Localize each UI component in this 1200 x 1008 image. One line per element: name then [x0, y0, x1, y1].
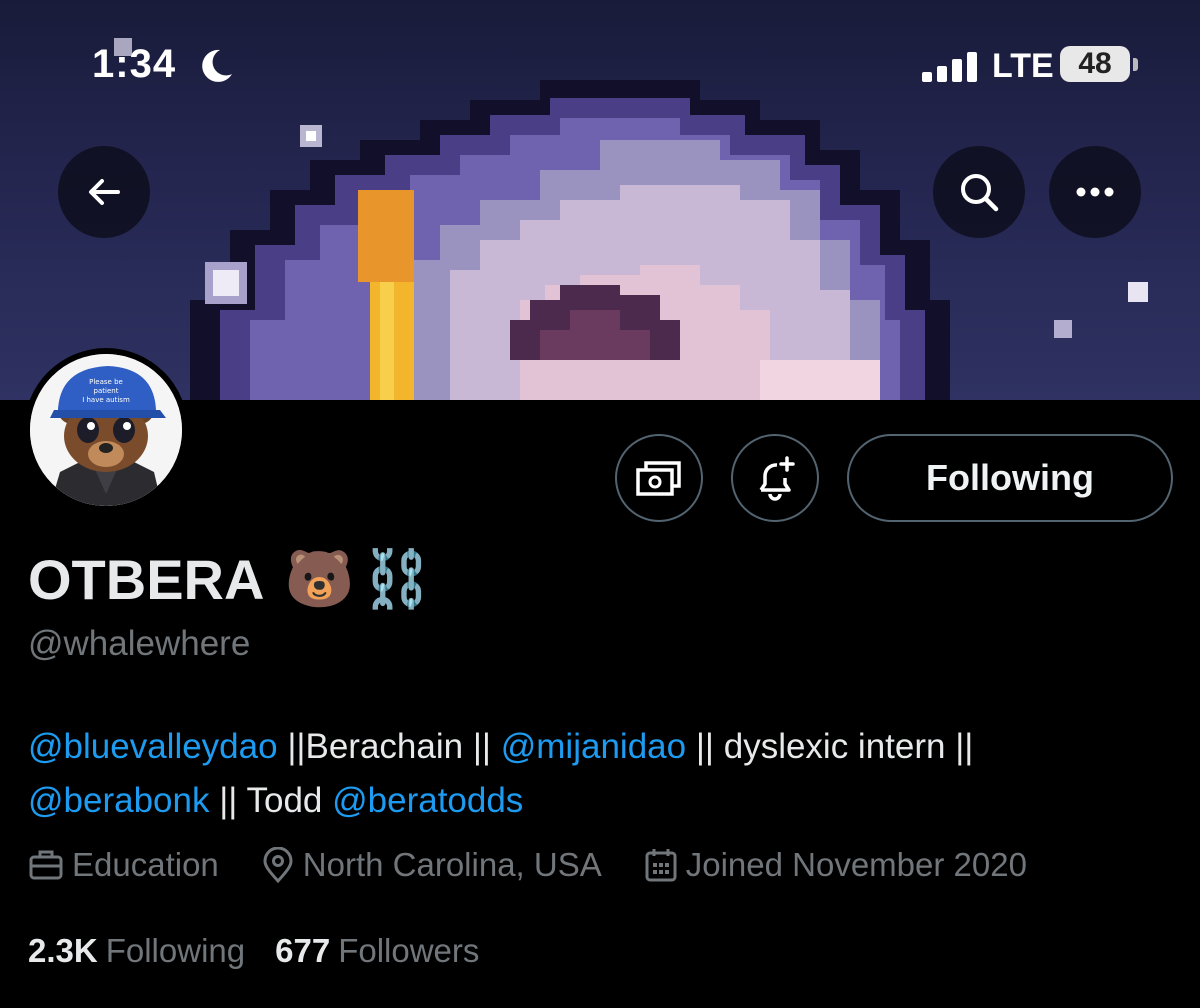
- location-pin-icon: [263, 847, 293, 883]
- network-label: LTE: [992, 47, 1054, 85]
- location-text: North Carolina, USA: [302, 846, 602, 883]
- briefcase-icon: [29, 850, 63, 880]
- display-name: OTBERA: [28, 547, 265, 611]
- followers-label: Followers: [338, 932, 480, 969]
- profile-meta: Education North Carolina, USA Joined Nov…: [28, 846, 1069, 884]
- bio-text: ||Berachain ||: [277, 727, 501, 766]
- display-name-row: OTBERA 🐻 ⛓️: [28, 546, 432, 612]
- bio-text: || dyslexic intern ||: [686, 727, 974, 766]
- following-count: 2.3K: [28, 932, 98, 969]
- tip-button[interactable]: [615, 434, 703, 522]
- bell-plus-icon: [759, 456, 795, 501]
- bio-mention-berabonk[interactable]: @berabonk: [28, 781, 209, 820]
- following-label: Following: [105, 932, 246, 969]
- category-text: Education: [72, 846, 219, 883]
- username: @whalewhere: [28, 624, 251, 663]
- bio-mention-bluevalleydao[interactable]: @bluevalleydao: [28, 727, 278, 766]
- bio-mention-mijanidao[interactable]: @mijanidao: [501, 727, 686, 766]
- follow-stats: 2.3K Following 677 Followers: [28, 932, 509, 970]
- bio: @bluevalleydao ||Berachain || @mijanidao…: [28, 720, 1178, 828]
- avatar-image: Please be patient I have autism: [30, 354, 182, 506]
- following-button[interactable]: Following: [847, 434, 1173, 522]
- signal-icon: [922, 52, 977, 82]
- svg-text:I have autism: I have autism: [82, 396, 130, 404]
- chain-emoji: ⛓️: [362, 547, 432, 610]
- joined-text: Joined November 2020: [685, 846, 1027, 883]
- bio-line-2: @berabonk || Todd @beratodds: [28, 774, 1178, 828]
- battery-indicator: 48: [1060, 46, 1130, 82]
- status-bar: 1:34 LTE 48: [0, 40, 1200, 96]
- back-arrow-icon: [89, 179, 120, 205]
- more-button[interactable]: [1049, 146, 1141, 238]
- category-item: Education: [28, 846, 219, 884]
- money-icon: [636, 461, 681, 496]
- svg-text:Please be: Please be: [89, 378, 123, 386]
- moon-icon: [202, 49, 232, 82]
- avatar[interactable]: Please be patient I have autism: [24, 348, 188, 512]
- bio-line-1: @bluevalleydao ||Berachain || @mijanidao…: [28, 720, 1178, 774]
- following-stat[interactable]: 2.3K Following: [28, 932, 245, 970]
- search-button[interactable]: [933, 146, 1025, 238]
- followers-stat[interactable]: 677 Followers: [275, 932, 479, 970]
- notify-button[interactable]: [731, 434, 819, 522]
- location-item: North Carolina, USA: [261, 846, 602, 884]
- svg-text:patient: patient: [94, 387, 119, 395]
- bio-text: || Todd: [209, 781, 333, 820]
- status-time: 1:34: [92, 42, 177, 86]
- more-icon: [1076, 187, 1114, 197]
- bio-mention-beratodds[interactable]: @beratodds: [332, 781, 523, 820]
- joined-item: Joined November 2020: [644, 846, 1027, 884]
- back-button[interactable]: [58, 146, 150, 238]
- bear-emoji: 🐻: [284, 547, 355, 610]
- bear-avatar-icon: Please be patient I have autism: [30, 354, 182, 506]
- battery-tip: [1133, 58, 1138, 71]
- search-icon: [961, 174, 999, 212]
- followers-count: 677: [275, 932, 331, 969]
- calendar-icon: [645, 849, 677, 882]
